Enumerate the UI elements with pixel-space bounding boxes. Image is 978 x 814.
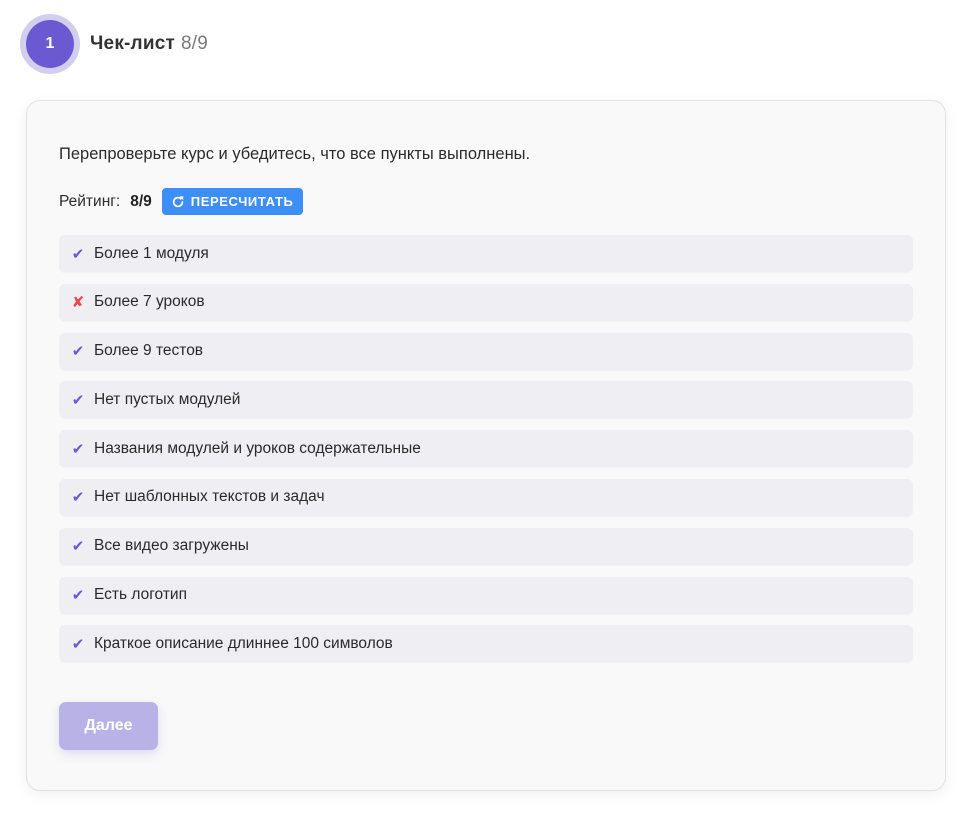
instruction-text: Перепроверьте курс и убедитесь, что все … xyxy=(59,145,531,163)
checklist-item-label: Названия модулей и уроков содержательные xyxy=(94,439,421,457)
step-number-badge: 1 xyxy=(26,20,74,68)
checklist-item-label: Все видео загружены xyxy=(94,537,249,555)
recalculate-button[interactable]: ПЕРЕСЧИТАТЬ xyxy=(161,188,304,215)
checklist-item-label: Есть логотип xyxy=(94,586,187,604)
checklist-item-label: Нет шаблонных текстов и задач xyxy=(94,488,325,506)
checklist-item: ✔ Краткое описание длиннее 100 символов xyxy=(59,625,913,663)
checklist-item-label: Более 9 тестов xyxy=(94,342,204,360)
checklist-item-label: Краткое описание длиннее 100 символов xyxy=(94,634,393,652)
step-badge-ring: 1 xyxy=(20,14,80,74)
rating-row: Рейтинг: 8/9 ПЕРЕСЧИТАТЬ xyxy=(59,188,304,215)
rating-value: 8/9 xyxy=(130,192,152,210)
checklist-item: ✔ Есть логотип xyxy=(59,576,913,614)
next-button[interactable]: Далее xyxy=(59,702,158,750)
step-header: 1 Чек-лист 8/9 xyxy=(20,14,208,74)
rating-label: Рейтинг: xyxy=(59,192,121,210)
checklist-item-label: Более 7 уроков xyxy=(94,293,205,311)
checkmark-icon: ✔ xyxy=(71,343,85,361)
checklist-item: ✔ Более 1 модуля xyxy=(59,235,913,272)
step-title: Чек-лист 8/9 xyxy=(90,33,208,55)
checklist-item-label: Более 1 модуля xyxy=(94,244,209,262)
checklist-card: Перепроверьте курс и убедитесь, что все … xyxy=(26,100,946,791)
recalculate-label: ПЕРЕСЧИТАТЬ xyxy=(190,194,294,209)
checklist-item: ✔ Более 9 тестов xyxy=(59,332,913,370)
checkmark-icon: ✔ xyxy=(71,587,85,605)
checklist-item: ✘ Более 7 уроков xyxy=(59,283,913,321)
checklist-item: ✔ Все видео загружены xyxy=(59,527,913,565)
checkmark-icon: ✔ xyxy=(71,391,85,409)
step-progress: 8/9 xyxy=(180,33,208,54)
checkmark-icon: ✔ xyxy=(71,245,85,263)
checklist-item: ✔ Нет пустых модулей xyxy=(59,381,913,419)
cross-icon: ✘ xyxy=(71,294,85,312)
checklist-item: ✔ Нет шаблонных текстов и задач xyxy=(59,478,913,516)
checkmark-icon: ✔ xyxy=(71,440,85,458)
checkmark-icon: ✔ xyxy=(71,538,85,556)
checklist: ✔ Более 1 модуля ✘ Более 7 уроков ✔ Более 9 т… xyxy=(59,235,913,674)
checklist-item: ✔ Названия модулей и уроков содержательны… xyxy=(59,430,913,468)
checkmark-icon: ✔ xyxy=(71,489,85,507)
refresh-icon xyxy=(172,195,184,207)
checklist-item-label: Нет пустых модулей xyxy=(94,390,241,408)
step-title-text: Чек-лист xyxy=(90,33,175,54)
checkmark-icon: ✔ xyxy=(71,635,85,653)
